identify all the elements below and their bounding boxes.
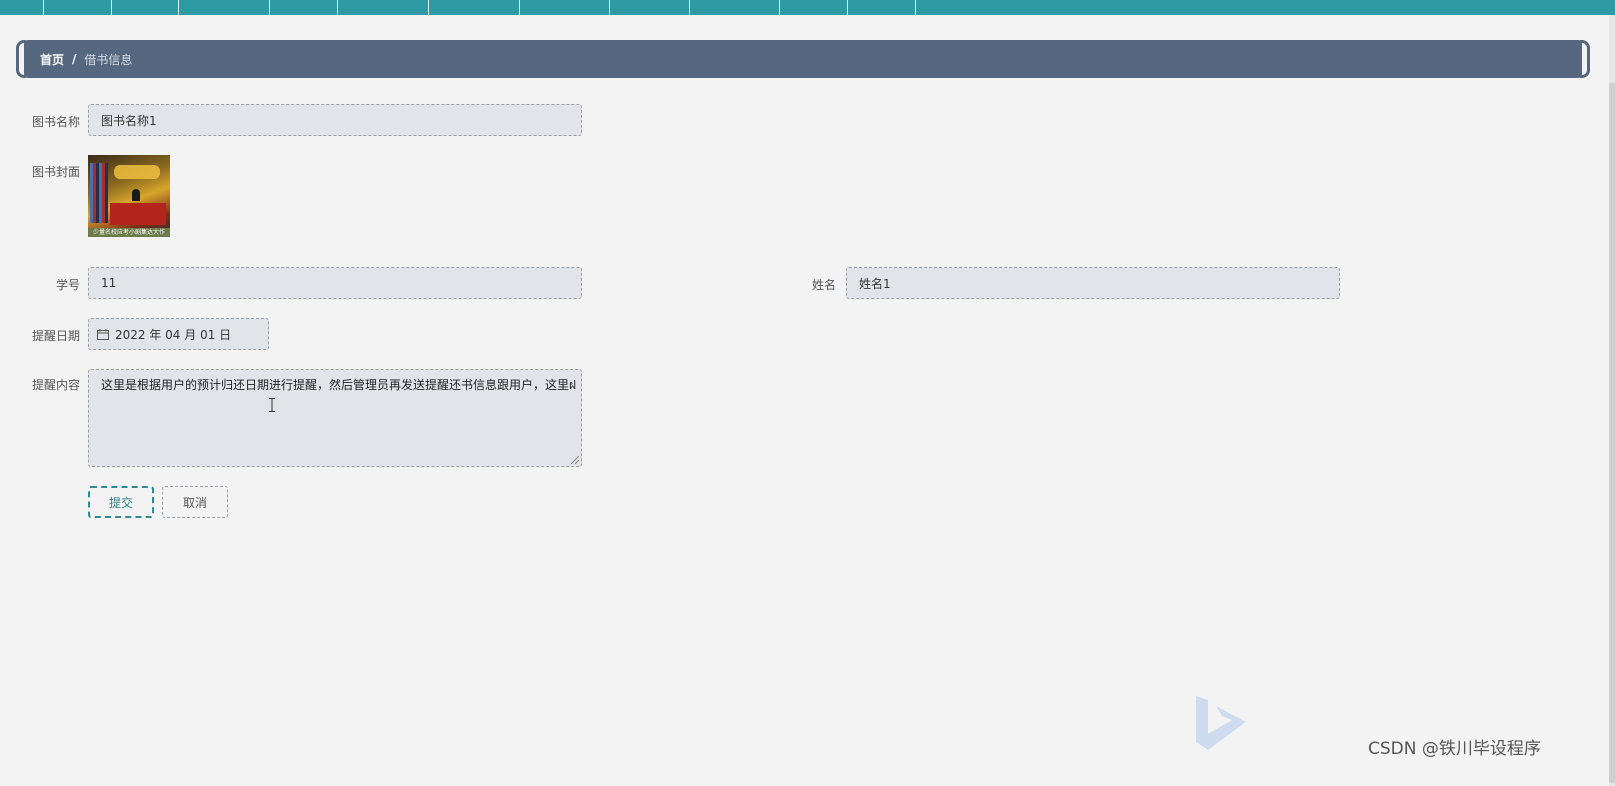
book-cover-image[interactable]: 少量名校应考小剧集达大作 [88, 155, 170, 237]
remind-date-label: 提醒日期 [31, 329, 80, 343]
student-name-value: 姓名1 [859, 276, 891, 291]
remind-content-textarea[interactable]: 这里是根据用户的预计归还日期进行提醒，然后管理员再发送提醒还书信息跟用户，这里ฝ [88, 369, 582, 467]
submit-button[interactable]: 提交 [88, 486, 154, 518]
cover-red-band [110, 203, 166, 225]
nav-item[interactable] [179, 0, 270, 15]
student-id-field[interactable]: 11 [88, 267, 582, 299]
book-cover-label: 图书封面 [31, 165, 80, 179]
top-nav-bar [0, 0, 1615, 15]
nav-item[interactable] [520, 0, 610, 15]
remind-date-picker[interactable]: 2022 年 04 月 01 日 [88, 318, 269, 350]
nav-item[interactable] [338, 0, 429, 15]
student-id-label: 学号 [55, 278, 80, 292]
bing-logo-icon [1196, 696, 1246, 750]
nav-item[interactable] [112, 0, 179, 15]
calendar-icon [97, 328, 109, 340]
breadcrumb-separator: / [72, 52, 77, 66]
book-name-label: 图书名称 [31, 115, 80, 129]
nav-item[interactable] [0, 0, 44, 15]
resize-handle-icon[interactable] [571, 456, 579, 464]
nav-item[interactable] [848, 0, 916, 15]
cover-figure [132, 189, 140, 201]
breadcrumb-container: 首页 / 借书信息 [16, 40, 1590, 78]
nav-item[interactable] [429, 0, 520, 15]
book-name-value: 图书名称1 [101, 113, 157, 128]
nav-item[interactable] [690, 0, 780, 15]
cover-title [114, 165, 160, 179]
breadcrumb-home-link[interactable]: 首页 [40, 51, 64, 68]
breadcrumb: 首页 / 借书信息 [24, 40, 1582, 78]
student-name-field[interactable]: 姓名1 [846, 267, 1340, 299]
nav-item[interactable] [610, 0, 690, 15]
student-name-label: 姓名 [811, 278, 836, 292]
nav-item[interactable] [44, 0, 112, 15]
cancel-button[interactable]: 取消 [162, 486, 228, 518]
page-scrollbar[interactable] [1609, 15, 1615, 786]
cover-strip: 少量名校应考小剧集达大作 [88, 228, 170, 237]
book-name-field[interactable]: 图书名称1 [88, 104, 582, 136]
nav-item[interactable] [780, 0, 848, 15]
remind-content-label: 提醒内容 [31, 378, 80, 392]
scrollbar-thumb[interactable] [1609, 83, 1615, 783]
remind-content-value: 这里是根据用户的预计归还日期进行提醒，然后管理员再发送提醒还书信息跟用户，这里ฝ [101, 378, 577, 392]
nav-item[interactable] [270, 0, 338, 15]
csdn-watermark: CSDN @铁川毕设程序 [1368, 739, 1541, 759]
breadcrumb-current: 借书信息 [84, 52, 133, 67]
student-id-value: 11 [101, 276, 117, 290]
cover-spines [90, 163, 108, 223]
text-cursor-icon [269, 398, 275, 412]
remind-date-value: 2022 年 04 月 01 日 [115, 327, 232, 342]
